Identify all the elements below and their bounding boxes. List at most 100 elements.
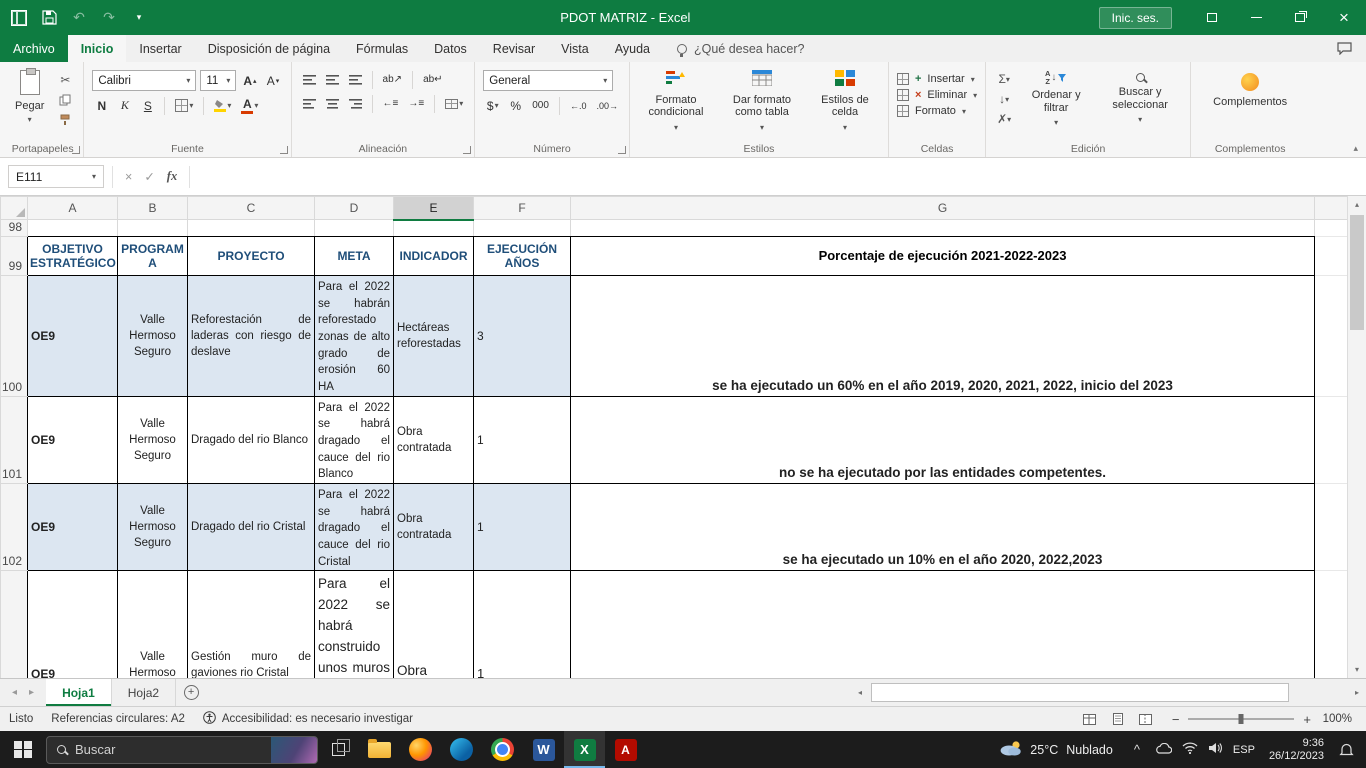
zoom-in-icon[interactable]: + bbox=[1303, 712, 1311, 727]
edge-button[interactable] bbox=[441, 731, 482, 768]
zoom-slider-thumb[interactable] bbox=[1239, 714, 1244, 724]
cell[interactable]: OE9 bbox=[28, 396, 118, 483]
undo-icon[interactable]: ↶ bbox=[66, 5, 92, 31]
tab-inicio[interactable]: Inicio bbox=[68, 35, 127, 62]
comments-icon[interactable] bbox=[1337, 35, 1366, 62]
cell[interactable]: Dragado del rio Blanco bbox=[188, 396, 315, 483]
tab-disposicion[interactable]: Disposición de página bbox=[195, 35, 343, 62]
zoom-slider[interactable] bbox=[1188, 718, 1294, 720]
ribbon-display-options-icon[interactable] bbox=[1190, 0, 1234, 35]
column-header-a[interactable]: A bbox=[28, 197, 118, 220]
wifi-icon[interactable] bbox=[1182, 741, 1198, 759]
tab-insertar[interactable]: Insertar bbox=[126, 35, 194, 62]
file-explorer-button[interactable] bbox=[359, 731, 400, 768]
fill-icon[interactable]: ↓▾ bbox=[994, 91, 1014, 107]
italic-button[interactable]: K bbox=[115, 96, 134, 115]
clock[interactable]: 9:36 26/12/2023 bbox=[1260, 737, 1333, 763]
insert-function-icon[interactable]: fx bbox=[167, 169, 177, 184]
currency-icon[interactable]: $▾ bbox=[483, 96, 502, 115]
column-header-e-selected[interactable]: E bbox=[394, 197, 474, 220]
cell[interactable]: Dragado del rio Cristal bbox=[188, 484, 315, 571]
cell[interactable]: 3 bbox=[474, 276, 571, 397]
scroll-down-icon[interactable]: ▾ bbox=[1348, 661, 1366, 678]
horizontal-scrollbar[interactable]: ◂ ▸ bbox=[851, 679, 1366, 706]
sheet-nav-left-icon[interactable]: ◂ bbox=[12, 687, 17, 698]
cell[interactable]: Obra contratada bbox=[394, 396, 474, 483]
cell[interactable]: Obra contratada bbox=[394, 484, 474, 571]
cell[interactable] bbox=[1315, 276, 1348, 397]
sheet-tab-hoja2[interactable]: Hoja2 bbox=[112, 679, 176, 706]
language-indicator[interactable]: ESP bbox=[1228, 744, 1260, 756]
decrease-font-icon[interactable]: A▾ bbox=[264, 71, 283, 90]
horizontal-scrollbar-thumb[interactable] bbox=[871, 683, 1289, 702]
cell[interactable]: PROYECTO bbox=[188, 237, 315, 276]
cell[interactable] bbox=[315, 220, 394, 237]
row-header-101[interactable]: 101 bbox=[1, 396, 28, 483]
cell[interactable]: se ha ejecutado un 60% en el año 2019, 2… bbox=[571, 276, 1315, 397]
cell[interactable] bbox=[1315, 237, 1348, 276]
accessibility-status[interactable]: Accesibilidad: es necesario investigar bbox=[194, 711, 422, 727]
scroll-up-icon[interactable]: ▴ bbox=[1348, 196, 1366, 213]
cell[interactable]: OBJETIVO ESTRATÉGICO bbox=[28, 237, 118, 276]
onedrive-cloud-icon[interactable] bbox=[1155, 741, 1172, 759]
weather-widget[interactable]: 25°C Nublado bbox=[988, 740, 1125, 759]
cell[interactable]: Para el 2022 se habrán reforestado zonas… bbox=[315, 276, 394, 397]
increase-indent-icon[interactable]: →≡ bbox=[405, 94, 427, 113]
dialog-launcher-icon[interactable] bbox=[72, 146, 80, 154]
cell[interactable]: no se ha ejecutado por las entidades com… bbox=[571, 396, 1315, 483]
cell[interactable]: Valle Hermoso Seguro bbox=[118, 396, 188, 483]
tab-archivo[interactable]: Archivo bbox=[0, 35, 68, 62]
autosum-icon[interactable]: Σ▾ bbox=[994, 71, 1014, 87]
vertical-scrollbar[interactable]: ▴ ▾ bbox=[1347, 196, 1366, 678]
row-header-99[interactable]: 99 bbox=[1, 237, 28, 276]
new-sheet-button[interactable]: + bbox=[176, 679, 206, 706]
cell[interactable]: Valle Hermoso Seguro bbox=[118, 276, 188, 397]
volume-icon[interactable] bbox=[1208, 741, 1222, 759]
acrobat-button[interactable]: A bbox=[605, 731, 646, 768]
cell[interactable]: OE9 bbox=[28, 276, 118, 397]
cell[interactable]: OE9 bbox=[28, 484, 118, 571]
cell[interactable]: Gestión muro de gaviones rio Cristal bbox=[188, 571, 315, 678]
word-button[interactable]: W bbox=[523, 731, 564, 768]
collapse-ribbon-icon[interactable]: ▴ bbox=[1353, 143, 1358, 154]
dialog-launcher-icon[interactable] bbox=[463, 146, 471, 154]
increase-decimal-icon[interactable]: ←.0 bbox=[567, 96, 590, 115]
row-header-103[interactable] bbox=[1, 571, 28, 678]
dialog-launcher-icon[interactable] bbox=[280, 146, 288, 154]
cell[interactable] bbox=[571, 220, 1315, 237]
cell[interactable]: Porcentaje de ejecución 2021-2022-2023 bbox=[571, 237, 1315, 276]
cell[interactable]: META bbox=[315, 237, 394, 276]
cell[interactable] bbox=[1315, 396, 1348, 483]
cell[interactable]: 1 bbox=[474, 571, 571, 678]
close-button[interactable]: × bbox=[1322, 0, 1366, 35]
align-bottom-icon[interactable] bbox=[346, 70, 365, 89]
page-layout-view-icon[interactable] bbox=[1106, 709, 1130, 729]
delete-cells-button[interactable]: ×Eliminar▾ bbox=[897, 89, 977, 101]
cell[interactable] bbox=[188, 220, 315, 237]
decrease-decimal-icon[interactable]: .00→ bbox=[593, 96, 621, 115]
maximize-button[interactable] bbox=[1278, 0, 1322, 35]
hidden-icons-chevron[interactable]: ^ bbox=[1125, 742, 1149, 757]
wrap-text-icon[interactable]: ab↵ bbox=[420, 70, 446, 89]
minimize-button[interactable] bbox=[1234, 0, 1278, 35]
sort-filter-button[interactable]: AZ↓ Ordenar y filtrar▾ bbox=[1020, 67, 1092, 130]
name-box[interactable]: E111▾ bbox=[8, 165, 104, 188]
save-icon[interactable] bbox=[36, 5, 62, 31]
cell[interactable]: Obra bbox=[394, 571, 474, 678]
vertical-scrollbar-thumb[interactable] bbox=[1350, 215, 1364, 330]
cell[interactable] bbox=[1315, 484, 1348, 571]
clear-icon[interactable]: ✗▾ bbox=[994, 111, 1014, 127]
enter-icon[interactable]: ✓ bbox=[144, 169, 154, 184]
row-header-98[interactable]: 98 bbox=[1, 220, 28, 237]
cell-styles-button[interactable]: Estilos de celda▾ bbox=[810, 67, 880, 135]
sign-in-button[interactable]: Inic. ses. bbox=[1099, 7, 1172, 29]
cell[interactable]: 1 bbox=[474, 396, 571, 483]
cell[interactable] bbox=[1315, 571, 1348, 678]
column-header-g[interactable]: G bbox=[571, 197, 1315, 220]
underline-button[interactable]: S bbox=[138, 96, 157, 115]
customize-qat-icon[interactable]: ▾ bbox=[126, 5, 152, 31]
cell[interactable]: Para el 2022 se habrá construido unos mu… bbox=[315, 571, 394, 678]
excel-button-active[interactable]: X bbox=[564, 731, 605, 768]
row-header-100[interactable]: 100 bbox=[1, 276, 28, 397]
addins-button[interactable]: Complementos bbox=[1199, 67, 1301, 115]
